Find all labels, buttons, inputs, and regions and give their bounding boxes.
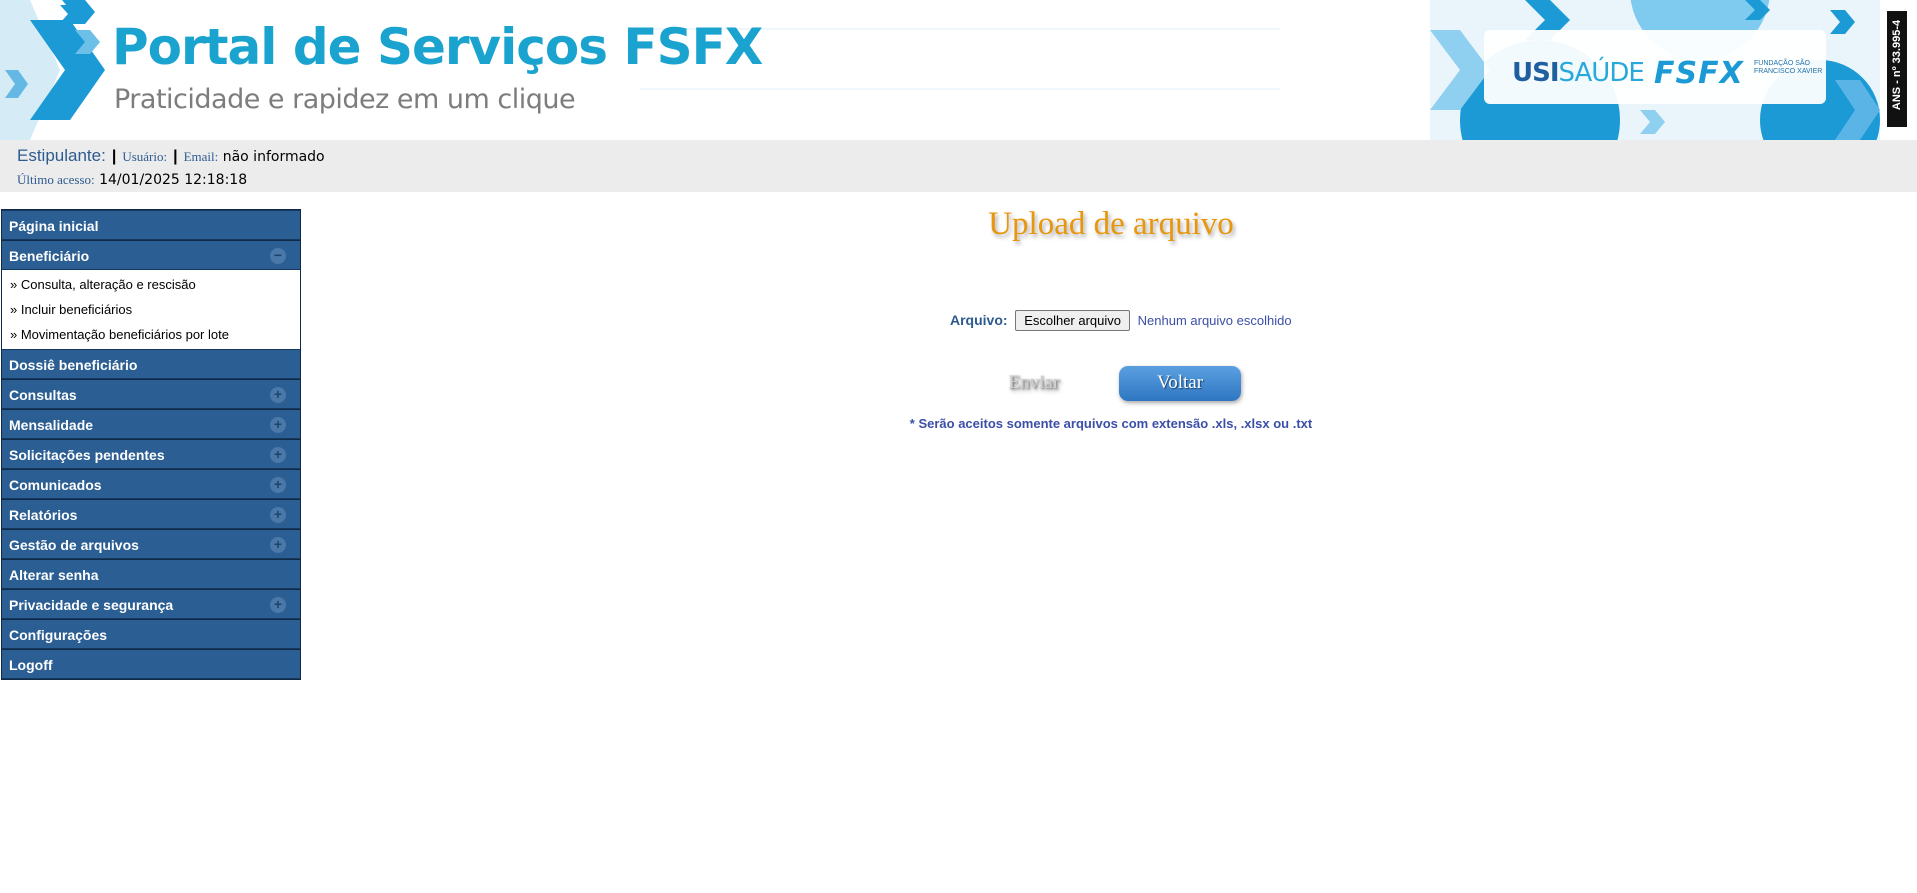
sidebar-item-label: Relatórios [9, 507, 78, 523]
email-value: não informado [222, 149, 325, 165]
sidebar-menu: Página inicial Beneficiário − » Consulta,… [1, 209, 301, 680]
sidebar-item-logoff[interactable]: Logoff [2, 649, 300, 679]
submenu-item-consulta[interactable]: » Consulta, alteração e rescisão [2, 272, 300, 297]
sidebar-item-configuracoes[interactable]: Configurações [2, 619, 300, 649]
sidebar-item-label: Configurações [9, 627, 108, 643]
user-info-line: Estipulante: | Usuário: | Email: não informa… [17, 146, 325, 166]
sidebar-item-label: Logoff [9, 657, 53, 673]
submenu-item-incluir[interactable]: » Incluir beneficiários [2, 297, 300, 322]
usisaude-logo-light: SAÚDE [1558, 58, 1645, 88]
ans-label: ANS - nº 33.995-4 [1891, 19, 1903, 111]
usisaude-logo-strong: USI [1512, 58, 1560, 88]
sidebar-item-label: Mensalidade [9, 417, 94, 433]
file-status-text: Nenhum arquivo escolhido [1137, 313, 1292, 328]
fundacao-logo-text: FUNDAÇÃO SÃO FRANCISCO XAVIER [1754, 60, 1823, 75]
estipulante-label: Estipulante: [17, 146, 106, 165]
sidebar-item-solicitacoes[interactable]: Solicitações pendentes + [2, 439, 300, 469]
separator: | [111, 148, 117, 165]
email-label: Email: [183, 149, 219, 164]
expand-icon[interactable]: + [270, 477, 286, 493]
expand-icon[interactable]: + [270, 507, 286, 523]
sidebar-item-consultas[interactable]: Consultas + [2, 379, 300, 409]
sidebar-item-mensalidade[interactable]: Mensalidade + [2, 409, 300, 439]
expand-icon[interactable]: + [270, 537, 286, 553]
sidebar-item-label: Beneficiário [9, 248, 90, 264]
sidebar-item-relatorios[interactable]: Relatórios + [2, 499, 300, 529]
sidebar-item-pagina-inicial[interactable]: Página inicial [2, 210, 300, 240]
send-button[interactable]: Enviar [995, 367, 1073, 399]
file-label: Arquivo: [950, 312, 1008, 328]
sidebar-item-beneficiario[interactable]: Beneficiário − [2, 240, 300, 270]
expand-icon[interactable]: + [270, 417, 286, 433]
sidebar-item-label: Página inicial [9, 218, 99, 234]
last-access-value: 14/01/2025 12:18:18 [99, 172, 248, 188]
sidebar-item-dossie[interactable]: Dossiê beneficiário [2, 349, 300, 379]
portal-title: Portal de Serviços FSFX [112, 18, 763, 76]
fsfx-logo: FSFX [1654, 56, 1744, 91]
submenu-item-movimentacao[interactable]: » Movimentação beneficiários por lote [2, 322, 300, 347]
sidebar-item-label: Privacidade e segurança [9, 597, 174, 613]
file-extension-note: * Serão aceitos somente arquivos com ext… [909, 416, 1313, 431]
sidebar-item-label: Gestão de arquivos [9, 537, 139, 553]
ans-registration-tag: ANS - nº 33.995-4 [1886, 10, 1908, 128]
user-info-bar: Estipulante: | Usuário: | Email: não informa… [0, 140, 1917, 192]
last-access-label: Último acesso: [17, 172, 95, 187]
beneficiario-submenu: » Consulta, alteração e rescisão » Inclu… [2, 270, 300, 349]
usisaude-logo: USISAÚDE [1512, 58, 1645, 88]
sidebar-item-comunicados[interactable]: Comunicados + [2, 469, 300, 499]
expand-icon[interactable]: + [270, 387, 286, 403]
sidebar-item-label: Consultas [9, 387, 77, 403]
sidebar-item-label: Dossiê beneficiário [9, 357, 138, 373]
portal-subtitle: Praticidade e rapidez em um clique [114, 84, 576, 115]
sidebar-item-label: Alterar senha [9, 567, 99, 583]
expand-icon[interactable]: + [270, 597, 286, 613]
collapse-icon[interactable]: − [270, 248, 286, 264]
back-button[interactable]: Voltar [1119, 366, 1241, 401]
header-banner: Portal de Serviços FSFX Praticidade e ra… [0, 0, 1917, 140]
sidebar-item-privacidade[interactable]: Privacidade e segurança + [2, 589, 300, 619]
expand-icon[interactable]: + [270, 447, 286, 463]
page-title: Upload de arquivo [988, 206, 1234, 242]
last-access-line: Último acesso: 14/01/2025 12:18:18 [17, 171, 247, 189]
sidebar-item-alterar-senha[interactable]: Alterar senha [2, 559, 300, 589]
file-upload-row: Arquivo: Escolher arquivo Nenhum arquivo… [950, 310, 1292, 331]
sidebar-item-label: Comunicados [9, 477, 102, 493]
separator: | [173, 148, 178, 165]
sidebar-item-label: Solicitações pendentes [9, 447, 165, 463]
usuario-label: Usuário: [122, 149, 168, 164]
sidebar-item-gestao-arquivos[interactable]: Gestão de arquivos + [2, 529, 300, 559]
choose-file-button[interactable]: Escolher arquivo [1015, 310, 1131, 331]
